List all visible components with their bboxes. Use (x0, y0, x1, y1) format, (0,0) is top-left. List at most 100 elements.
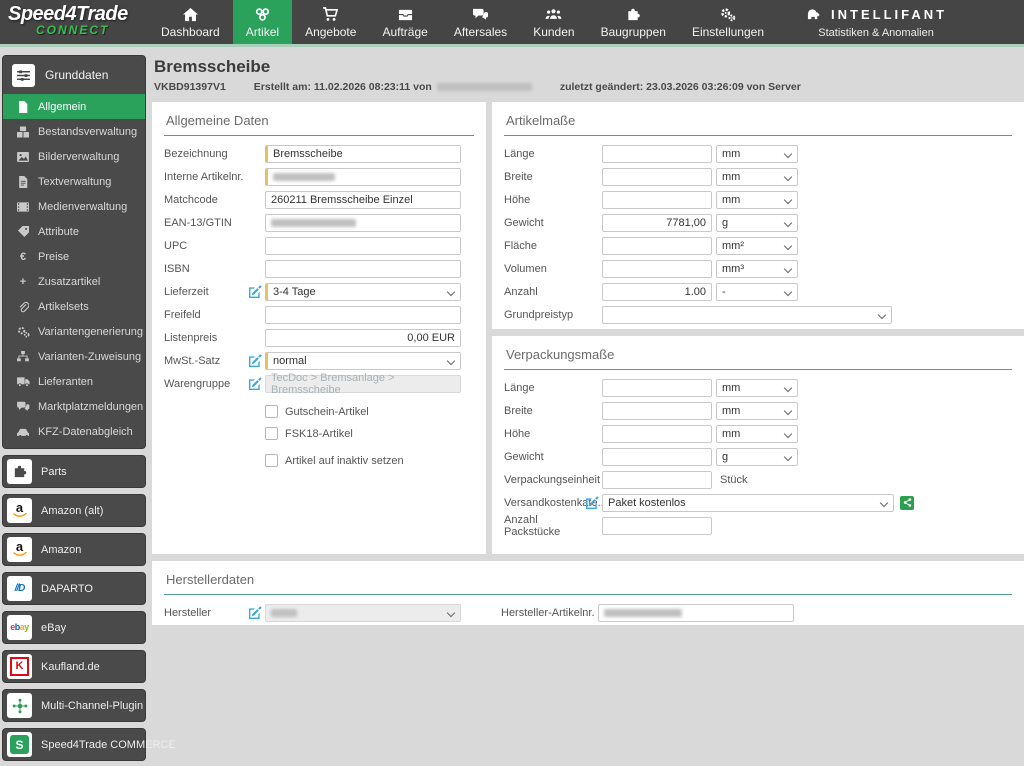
field-label: Hersteller-Artikelnr. (501, 606, 595, 619)
sidebar-module-multi-channel[interactable]: Multi-Channel-Plugin (2, 689, 146, 722)
field-label: Warengruppe (164, 377, 231, 390)
hoehe-input[interactable] (602, 190, 712, 209)
sidebar-module-parts[interactable]: Parts (2, 455, 146, 488)
ean-input[interactable] (265, 213, 461, 232)
sidebar-item-allgemein[interactable]: Allgemein (3, 94, 145, 119)
unit-select[interactable]: mm (716, 167, 798, 186)
created-by-redacted (436, 83, 532, 91)
interne-artikelnr-input[interactable] (265, 167, 461, 186)
pack-hoehe-input[interactable] (602, 424, 712, 443)
app-logo[interactable]: Speed4Trade CONNECT (0, 0, 148, 44)
pack-laenge-input[interactable] (602, 378, 712, 397)
sidebar-item-artikelsets[interactable]: Artikelsets (3, 294, 145, 319)
sidebar-item-textverwaltung[interactable]: Textverwaltung (3, 169, 145, 194)
freifeld-input[interactable] (265, 305, 461, 324)
unit-select[interactable]: mm (716, 144, 798, 163)
nav-item-aftersales[interactable]: Aftersales (441, 0, 520, 44)
anzahl-input[interactable] (602, 282, 712, 301)
grundpreistyp-select[interactable] (602, 305, 892, 324)
unit-select[interactable]: g (716, 447, 798, 466)
sidebar-item-medienverwaltung[interactable]: Medienverwaltung (3, 194, 145, 219)
breite-input[interactable] (602, 167, 712, 186)
edit-icon[interactable] (249, 606, 262, 619)
gewicht-input[interactable] (602, 213, 712, 232)
matchcode-input[interactable] (265, 190, 461, 209)
hersteller-artikelnr-input[interactable] (598, 603, 794, 622)
unit-select[interactable]: mm² (716, 236, 798, 255)
sidebar-module-ebay[interactable]: ebay eBay (2, 611, 146, 644)
daparto-icon: //D (7, 576, 32, 601)
checkbox[interactable] (265, 454, 278, 467)
field-label: Interne Artikelnr. (164, 170, 244, 183)
upc-input[interactable] (265, 236, 461, 255)
hersteller-select[interactable] (265, 603, 461, 622)
versandkostenkategorie-select[interactable]: Paket kostenlos (602, 493, 894, 512)
sidebar-item-kfz-datenabgleich[interactable]: KFZ-Datenabgleich (3, 419, 145, 444)
sidebar-module-kaufland[interactable]: K Kaufland.de (2, 650, 146, 683)
checkbox-artikel-inaktiv[interactable]: Artikel auf inaktiv setzen (265, 453, 474, 468)
sidebar-item-attribute[interactable]: Attribute (3, 219, 145, 244)
unit-select[interactable]: mm (716, 190, 798, 209)
edit-icon[interactable] (586, 496, 599, 509)
bezeichnung-input[interactable] (265, 144, 461, 163)
verpackungseinheit-input[interactable] (602, 470, 712, 489)
sidebar-item-variantengenerierung[interactable]: Variantengenerierung (3, 319, 145, 344)
share-icon[interactable] (900, 495, 914, 510)
select-value: mm (722, 404, 741, 417)
sidebar-item-preise[interactable]: € Preise (3, 244, 145, 269)
sidebar-item-label: Allgemein (38, 100, 87, 113)
listenpreis-input[interactable] (265, 328, 461, 347)
unit-select[interactable]: mm (716, 401, 798, 420)
sidebar-module-s4t-commerce[interactable]: S Speed4Trade COMMERCE (2, 728, 176, 761)
sidebar-item-lieferanten[interactable]: Lieferanten (3, 369, 145, 394)
sidebar-header-grunddaten[interactable]: Grunddaten (3, 56, 145, 94)
nav-item-intellifant[interactable]: INTELLIFANT Statistiken & Anomalien (805, 0, 947, 44)
edit-icon[interactable] (249, 377, 262, 390)
mwst-select[interactable]: normal (265, 351, 461, 370)
puzzle-icon (625, 6, 641, 22)
pack-breite-input[interactable] (602, 401, 712, 420)
edit-icon[interactable] (249, 354, 262, 367)
truck-icon (16, 376, 30, 387)
sidebar-item-zusatzartikel[interactable]: + Zusatzartikel (3, 269, 145, 294)
select-value: mm² (722, 239, 744, 252)
pack-gewicht-input[interactable] (602, 447, 712, 466)
sidebar-item-bestandsverwaltung[interactable]: Bestandsverwaltung (3, 119, 145, 144)
lieferzeit-select[interactable]: 3-4 Tage (265, 282, 461, 301)
nav-item-dashboard[interactable]: Dashboard (148, 0, 233, 44)
sidebar-module-amazon[interactable]: a Amazon (2, 533, 146, 566)
field-label: Grundpreistyp (504, 308, 574, 321)
nav-item-artikel[interactable]: Artikel (232, 0, 293, 44)
sidebar-item-varianten-zuweisung[interactable]: Varianten-Zuweisung (3, 344, 145, 369)
checkbox[interactable] (265, 427, 278, 440)
nav-item-kunden[interactable]: Kunden (520, 0, 587, 44)
sidebar-module-amazon-alt[interactable]: a Amazon (alt) (2, 494, 146, 527)
flaeche-input[interactable] (602, 236, 712, 255)
unit-select[interactable]: mm (716, 378, 798, 397)
unit-select[interactable]: mm³ (716, 259, 798, 278)
sidebar-module-daparto[interactable]: //D DAPARTO (2, 572, 146, 605)
sidebar-item-bilderverwaltung[interactable]: Bilderverwaltung (3, 144, 145, 169)
nav-item-auftraege[interactable]: Aufträge (369, 0, 440, 44)
nav-item-baugruppen[interactable]: Baugruppen (588, 0, 679, 44)
edit-icon[interactable] (249, 285, 262, 298)
sliders-icon (12, 63, 35, 87)
field-label: Anzahl Packstücke (504, 513, 561, 538)
laenge-input[interactable] (602, 144, 712, 163)
unit-select[interactable]: mm (716, 424, 798, 443)
amazon-icon: a (7, 537, 32, 562)
checkbox-gutschein-artikel[interactable]: Gutschein-Artikel (265, 404, 474, 419)
sidebar-item-marktplatzmeldungen[interactable]: Marktplatzmeldungen (3, 394, 145, 419)
select-value: mm (722, 193, 741, 206)
select-value: mm (722, 170, 741, 183)
file-text-icon (16, 175, 30, 188)
anzahl-packstuecke-input[interactable] (602, 516, 712, 535)
volumen-input[interactable] (602, 259, 712, 278)
nav-item-einstellungen[interactable]: Einstellungen (679, 0, 777, 44)
isbn-input[interactable] (265, 259, 461, 278)
checkbox[interactable] (265, 405, 278, 418)
unit-select[interactable]: g (716, 213, 798, 232)
checkbox-fsk18-artikel[interactable]: FSK18-Artikel (265, 426, 474, 441)
unit-select[interactable]: - (716, 282, 798, 301)
nav-item-angebote[interactable]: Angebote (292, 0, 369, 44)
